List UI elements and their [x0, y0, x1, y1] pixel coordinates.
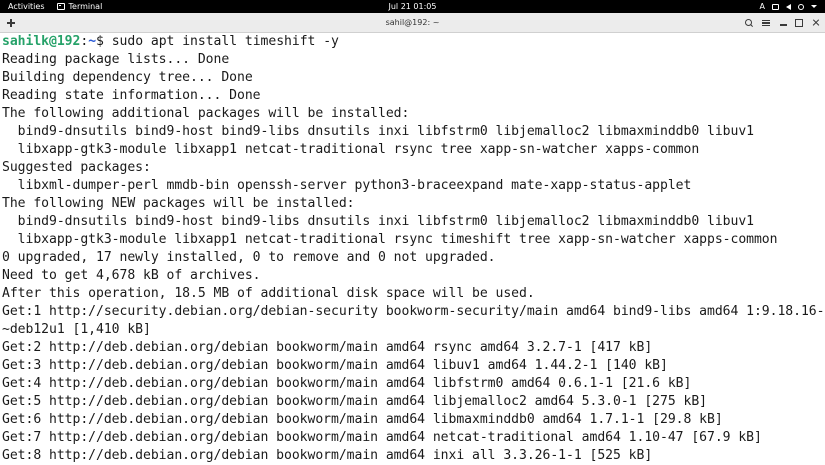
- prompt-separator: :: [80, 34, 89, 49]
- output-line: Suggested packages:: [2, 160, 151, 175]
- output-line: Get:3 http://deb.debian.org/debian bookw…: [2, 358, 668, 373]
- output-line: The following NEW packages will be insta…: [2, 196, 355, 211]
- input-source-indicator[interactable]: A: [760, 2, 765, 11]
- output-line: Get:5 http://deb.debian.org/debian bookw…: [2, 394, 707, 409]
- window-title: sahil@192: ~: [385, 18, 440, 27]
- output-line: bind9-dnsutils bind9-host bind9-libs dns…: [2, 214, 754, 229]
- prompt-line: sahilk@192:~$ sudo apt install timeshift…: [0, 33, 825, 51]
- output-line: Need to get 4,678 kB of archives.: [2, 268, 261, 283]
- command-text: sudo apt install timeshift -y: [111, 34, 339, 49]
- terminal-output[interactable]: sahilk@192:~$ sudo apt install timeshift…: [0, 33, 825, 465]
- terminal-headerbar: sahil@192: ~: [0, 13, 825, 33]
- maximize-icon: [795, 19, 803, 27]
- output-line: libxapp-gtk3-module libxapp1 netcat-trad…: [2, 142, 700, 157]
- output-line: Get:8 http://deb.debian.org/debian bookw…: [2, 448, 653, 463]
- output-line: Get:7 http://deb.debian.org/debian bookw…: [2, 430, 762, 445]
- chevron-down-icon: [811, 5, 817, 8]
- prompt-path: ~: [88, 34, 97, 49]
- minimize-icon: [779, 24, 787, 26]
- power-icon: [798, 3, 804, 10]
- hamburger-icon: [762, 19, 770, 27]
- output-line: Get:1 http://security.debian.org/debian-…: [2, 304, 825, 319]
- menu-button[interactable]: [759, 16, 773, 30]
- maximize-button[interactable]: [792, 16, 806, 30]
- output-line: 0 upgraded, 17 newly installed, 0 to rem…: [2, 250, 496, 265]
- prompt-symbol: $: [96, 34, 112, 49]
- top-bar: Activities Terminal Jul 21 01:05 A: [0, 0, 825, 13]
- close-button[interactable]: [809, 16, 823, 30]
- output-line: After this operation, 18.5 MB of additio…: [2, 286, 535, 301]
- output-line: The following additional packages will b…: [2, 106, 410, 121]
- output-line: Reading state information... Done: [2, 88, 261, 103]
- search-icon: [745, 19, 753, 27]
- minimize-button[interactable]: [776, 16, 790, 30]
- close-icon: [812, 19, 820, 27]
- output-line: libxml-dumper-perl mmdb-bin openssh-serv…: [2, 178, 692, 193]
- output-line: Get:2 http://deb.debian.org/debian bookw…: [2, 340, 653, 355]
- output-line: bind9-dnsutils bind9-host bind9-libs dns…: [2, 124, 754, 139]
- output-line: Get:4 http://deb.debian.org/debian bookw…: [2, 376, 692, 391]
- prompt-user-host: sahilk@192: [2, 34, 81, 49]
- output-lines: Reading package lists... Done Building de…: [0, 51, 825, 465]
- volume-icon: [786, 3, 791, 10]
- output-line: Reading package lists... Done: [2, 52, 230, 67]
- network-icon: [772, 3, 779, 10]
- output-line: Get:6 http://deb.debian.org/debian bookw…: [2, 412, 723, 427]
- output-line: Building dependency tree... Done: [2, 70, 253, 85]
- output-line: libxapp-gtk3-module libxapp1 netcat-trad…: [2, 232, 778, 247]
- system-tray[interactable]: A: [760, 0, 817, 13]
- search-button[interactable]: [742, 16, 756, 30]
- clock-button[interactable]: Jul 21 01:05: [0, 0, 825, 13]
- output-line: ~deb12u1 [1,410 kB]: [2, 322, 151, 337]
